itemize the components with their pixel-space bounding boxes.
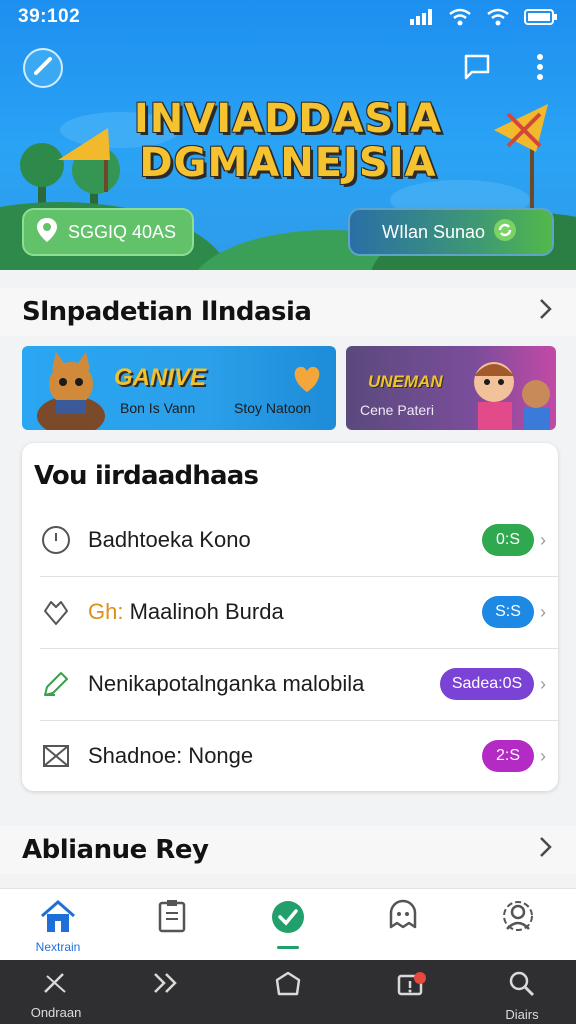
- list-item[interactable]: Badhtoeka Kono 0:S ›: [22, 504, 558, 576]
- promo-banner-game[interactable]: GANIVE Bon Is Vann Stoy Natoon: [22, 346, 336, 430]
- clipboard-icon: [157, 899, 187, 938]
- chevron-right-icon: [538, 835, 554, 866]
- hero-title-line2: DGMANEJSIA: [139, 140, 437, 186]
- forward-icon: [151, 970, 181, 1001]
- circle-icon: [273, 970, 303, 1005]
- search-icon: [508, 970, 536, 1003]
- section-2-title: Ablianue Rey: [22, 835, 209, 865]
- status-bar: 39:102: [0, 0, 576, 34]
- wifi-icon: [448, 8, 472, 26]
- banner-b-title: UNEMAN: [368, 372, 443, 391]
- banner-b-sub: Cene Pateri: [360, 402, 434, 418]
- nav-home-label: Nextrain: [35, 940, 81, 954]
- card-title: Vou iirdaadhaas: [34, 461, 259, 491]
- features-card: Vou iirdaadhaas Badhtoeka Kono 0:S › Gh:…: [22, 443, 558, 791]
- section-1-title: Slnpadetian llndasia: [22, 297, 312, 327]
- wifi-icon-2: [486, 8, 510, 26]
- status-badge: 2:S: [482, 740, 534, 772]
- nav-home[interactable]: Nextrain: [28, 899, 88, 955]
- nav-clipboard[interactable]: [142, 899, 202, 955]
- status-badge: S:S: [482, 596, 534, 628]
- sys-alerts[interactable]: [374, 970, 446, 1022]
- action-pill[interactable]: WIlan Sunao: [348, 208, 554, 256]
- check-circle-icon: [270, 899, 306, 940]
- heart-icon: [290, 364, 324, 399]
- sys-home[interactable]: [252, 970, 324, 1022]
- message-icon: [462, 52, 492, 87]
- pencil-icon: [32, 55, 54, 82]
- list-item[interactable]: Gh: Maalinoh Burda S:S ›: [22, 576, 558, 648]
- notification-dot: [414, 972, 426, 984]
- clock-icon: [40, 524, 72, 556]
- cat-character-icon: [37, 352, 105, 430]
- active-indicator: [277, 946, 299, 949]
- status-badge: Sadea:0S: [440, 668, 534, 700]
- list-item-label: Gh: Maalinoh Burda: [88, 599, 284, 625]
- chevron-right-icon: ›: [540, 601, 546, 622]
- chevron-right-icon: ›: [540, 745, 546, 766]
- sys-ondraan[interactable]: Ondraan: [20, 970, 92, 1022]
- message-button[interactable]: [460, 52, 494, 86]
- bottom-navigation: Nextrain: [0, 888, 576, 960]
- signal-icon: [410, 9, 434, 25]
- list-item-label-accent: Gh:: [88, 599, 124, 624]
- sys-search[interactable]: Diairs: [486, 970, 558, 1022]
- gear-person-icon: [501, 899, 535, 938]
- banner-a-sub2: Stoy Natoon: [234, 400, 312, 416]
- chevron-right-icon: ›: [540, 529, 546, 550]
- list-item[interactable]: Shadnoe: Nonge 2:S ›: [22, 720, 558, 792]
- pen-icon: [40, 668, 72, 700]
- list-item[interactable]: Nenikapotalnganka malobila Sadea:0S ›: [22, 648, 558, 720]
- list-item-label: Badhtoeka Kono: [88, 527, 251, 552]
- list-item-label: Shadnoe: Nonge: [88, 743, 254, 768]
- battery-icon: [524, 9, 558, 25]
- home-icon: [39, 899, 77, 938]
- heart-diamond-icon: [40, 596, 72, 628]
- section-header-2[interactable]: Ablianue Rey: [0, 826, 576, 874]
- action-pill-label: WIlan Sunao: [382, 221, 486, 242]
- banner-a-title: GANIVE: [114, 364, 207, 391]
- status-time: 39:102: [18, 6, 81, 27]
- status-badge: 0:S: [482, 524, 534, 556]
- sys-forward[interactable]: [130, 970, 202, 1022]
- more-vertical-icon: [536, 53, 544, 85]
- nav-ghost[interactable]: [373, 899, 433, 955]
- system-navigation-bar: Ondraan Diairs: [0, 960, 576, 1024]
- edit-button[interactable]: [23, 48, 63, 88]
- list-item-label: Nenikapotalnganka malobila: [88, 671, 365, 696]
- more-options-button[interactable]: [528, 52, 552, 86]
- location-pin-icon: [36, 217, 58, 248]
- hero-title-line1: INVIADDASIA: [133, 96, 443, 142]
- refresh-icon: [493, 218, 517, 247]
- list-item-label-text: Maalinoh Burda: [123, 599, 284, 624]
- chevron-right-icon: [538, 297, 554, 328]
- location-pill[interactable]: SGGIQ 40AS: [22, 208, 194, 256]
- nav-profile[interactable]: [488, 899, 548, 955]
- location-pill-label: SGGIQ 40AS: [68, 221, 177, 242]
- envelope-icon: [40, 740, 72, 772]
- sys-ondraan-label: Ondraan: [30, 1005, 82, 1020]
- sys-search-label: Diairs: [505, 1007, 539, 1022]
- banner-a-sub1: Bon Is Vann: [120, 400, 196, 416]
- ghost-icon: [387, 899, 419, 936]
- no-wand-icon: [41, 970, 71, 1001]
- nav-check[interactable]: [258, 899, 318, 955]
- promo-banner-people[interactable]: UNEMAN Cene Pateri: [346, 346, 556, 430]
- hero-banner: 39:102 INVIADDASIA DGMANEJSIA SGGIQ 40AS…: [0, 0, 576, 270]
- characters-illustration: [474, 362, 550, 430]
- section-header-1[interactable]: Slnpadetian llndasia: [0, 288, 576, 336]
- chevron-right-icon: ›: [540, 673, 546, 694]
